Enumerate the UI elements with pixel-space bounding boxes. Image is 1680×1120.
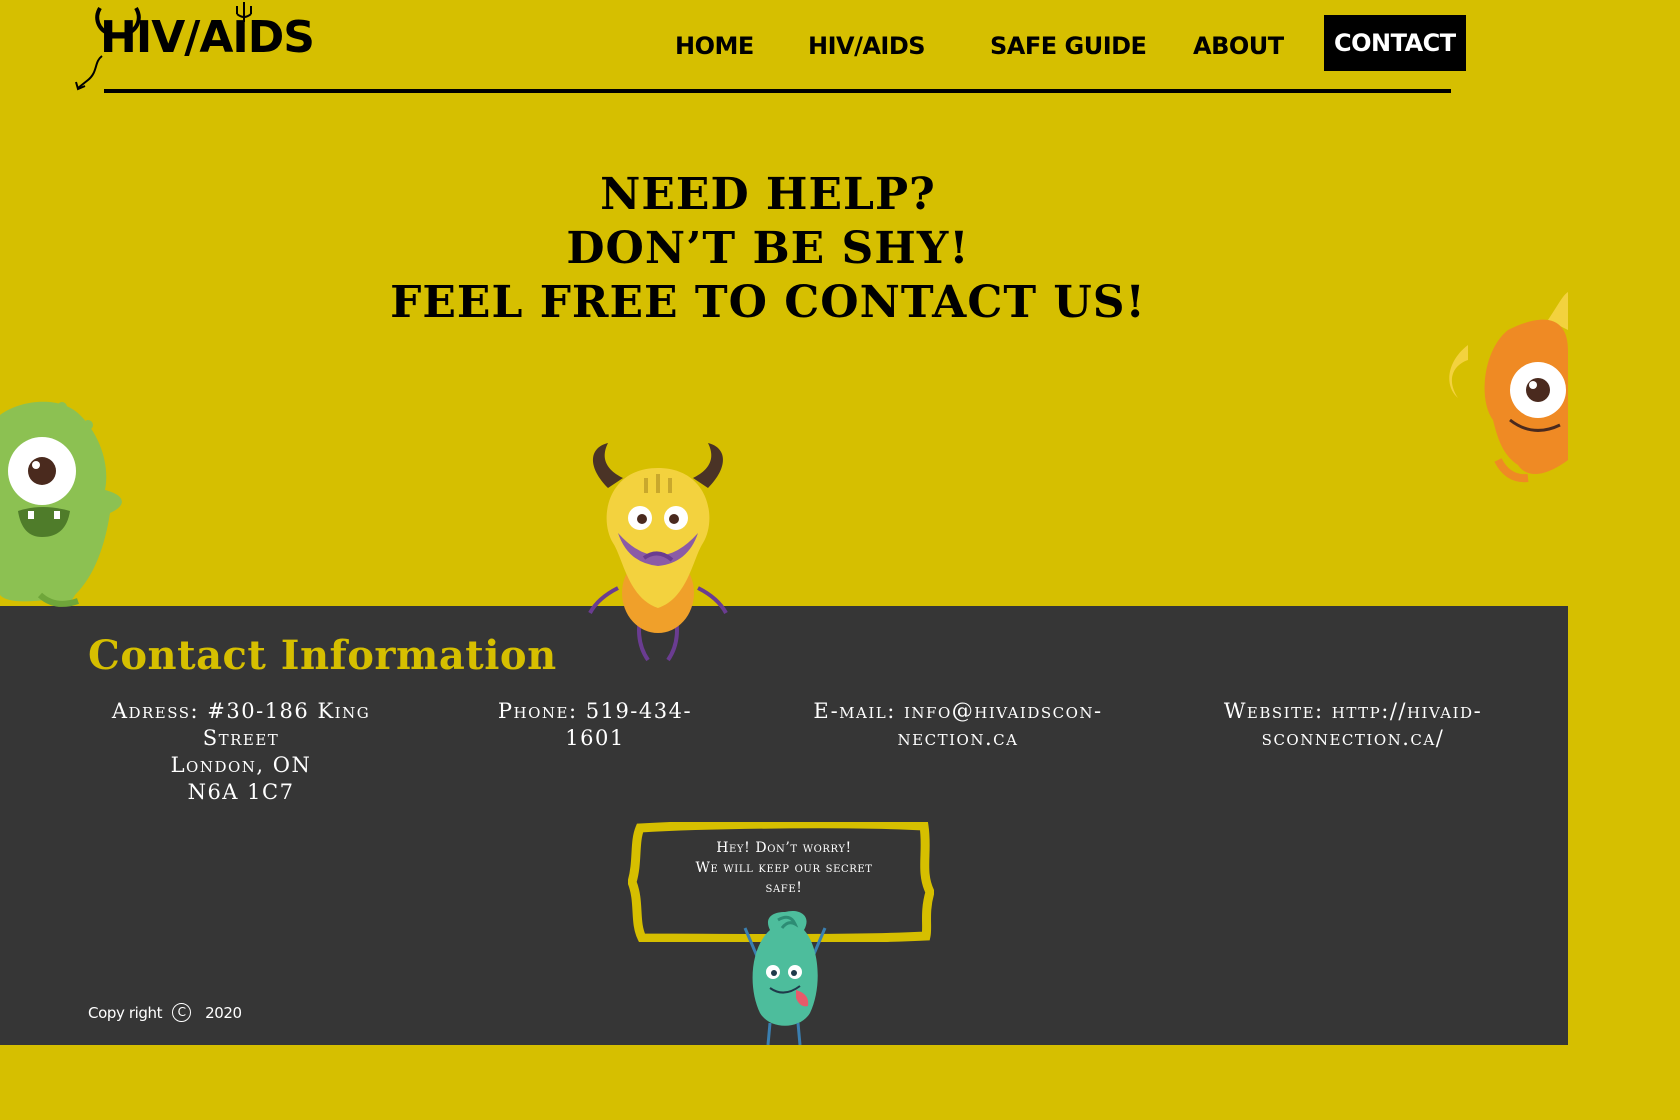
website-line[interactable]: sconnection.ca/ bbox=[1222, 725, 1484, 752]
hero-line: FEEL FREE TO CONTACT US! bbox=[390, 277, 1146, 328]
orange-monster-illustration bbox=[1449, 292, 1568, 483]
email-line[interactable]: E-mail: info@hivaidscon- bbox=[806, 698, 1110, 725]
address-line: London, ON bbox=[170, 753, 312, 777]
address-line: N6A 1C7 bbox=[187, 780, 295, 804]
contact-info-heading: Contact Information bbox=[88, 632, 557, 679]
bubble-line: We will keep our secret bbox=[695, 860, 873, 876]
nav-divider bbox=[104, 89, 1451, 93]
yellow-monster-illustration bbox=[588, 443, 728, 662]
email-block: E-mail: info@hivaidscon- nection.ca bbox=[806, 698, 1110, 752]
copyright: Copy right C 2020 bbox=[88, 1003, 242, 1022]
email-line[interactable]: nection.ca bbox=[806, 725, 1110, 752]
bubble-line: Hey! Don’t worry! bbox=[716, 840, 852, 856]
nav-about[interactable]: ABOUT bbox=[1193, 15, 1284, 71]
website-block: Website: http://hivaid- sconnection.ca/ bbox=[1222, 698, 1484, 752]
teal-monster-illustration bbox=[743, 910, 827, 1045]
bubble-message: Hey! Don’t worry! We will keep our secre… bbox=[660, 838, 908, 898]
phone-block: Phone: 519-434-1601 bbox=[480, 698, 710, 752]
address-block: Adress: #30-186 King Street London, ON N… bbox=[88, 698, 394, 806]
hero-line: DON’T BE SHY! bbox=[566, 223, 970, 274]
green-monster-illustration bbox=[0, 401, 122, 607]
phone-text[interactable]: Phone: 519-434-1601 bbox=[480, 698, 710, 752]
main-nav: HOME HIV/AIDS SAFE GUIDE ABOUT CONTACT bbox=[0, 15, 1568, 71]
hero-line: NEED HELP? bbox=[600, 169, 936, 220]
address-line: Adress: #30-186 King Street bbox=[111, 699, 371, 750]
copyright-year: 2020 bbox=[205, 1003, 242, 1022]
nav-home[interactable]: HOME bbox=[675, 15, 754, 71]
website-line[interactable]: Website: http://hivaid- bbox=[1222, 698, 1484, 725]
copyright-label: Copy right bbox=[88, 1003, 163, 1022]
nav-safe-guide[interactable]: SAFE GUIDE bbox=[990, 15, 1147, 71]
hero-heading: NEED HELP? DON’T BE SHY! FEEL FREE TO CO… bbox=[0, 168, 1536, 330]
bubble-line: safe! bbox=[765, 880, 803, 896]
nav-hiv-aids[interactable]: HIV/AIDS bbox=[808, 15, 926, 71]
copyright-icon: C bbox=[172, 1003, 192, 1022]
nav-contact[interactable]: CONTACT bbox=[1324, 15, 1466, 71]
